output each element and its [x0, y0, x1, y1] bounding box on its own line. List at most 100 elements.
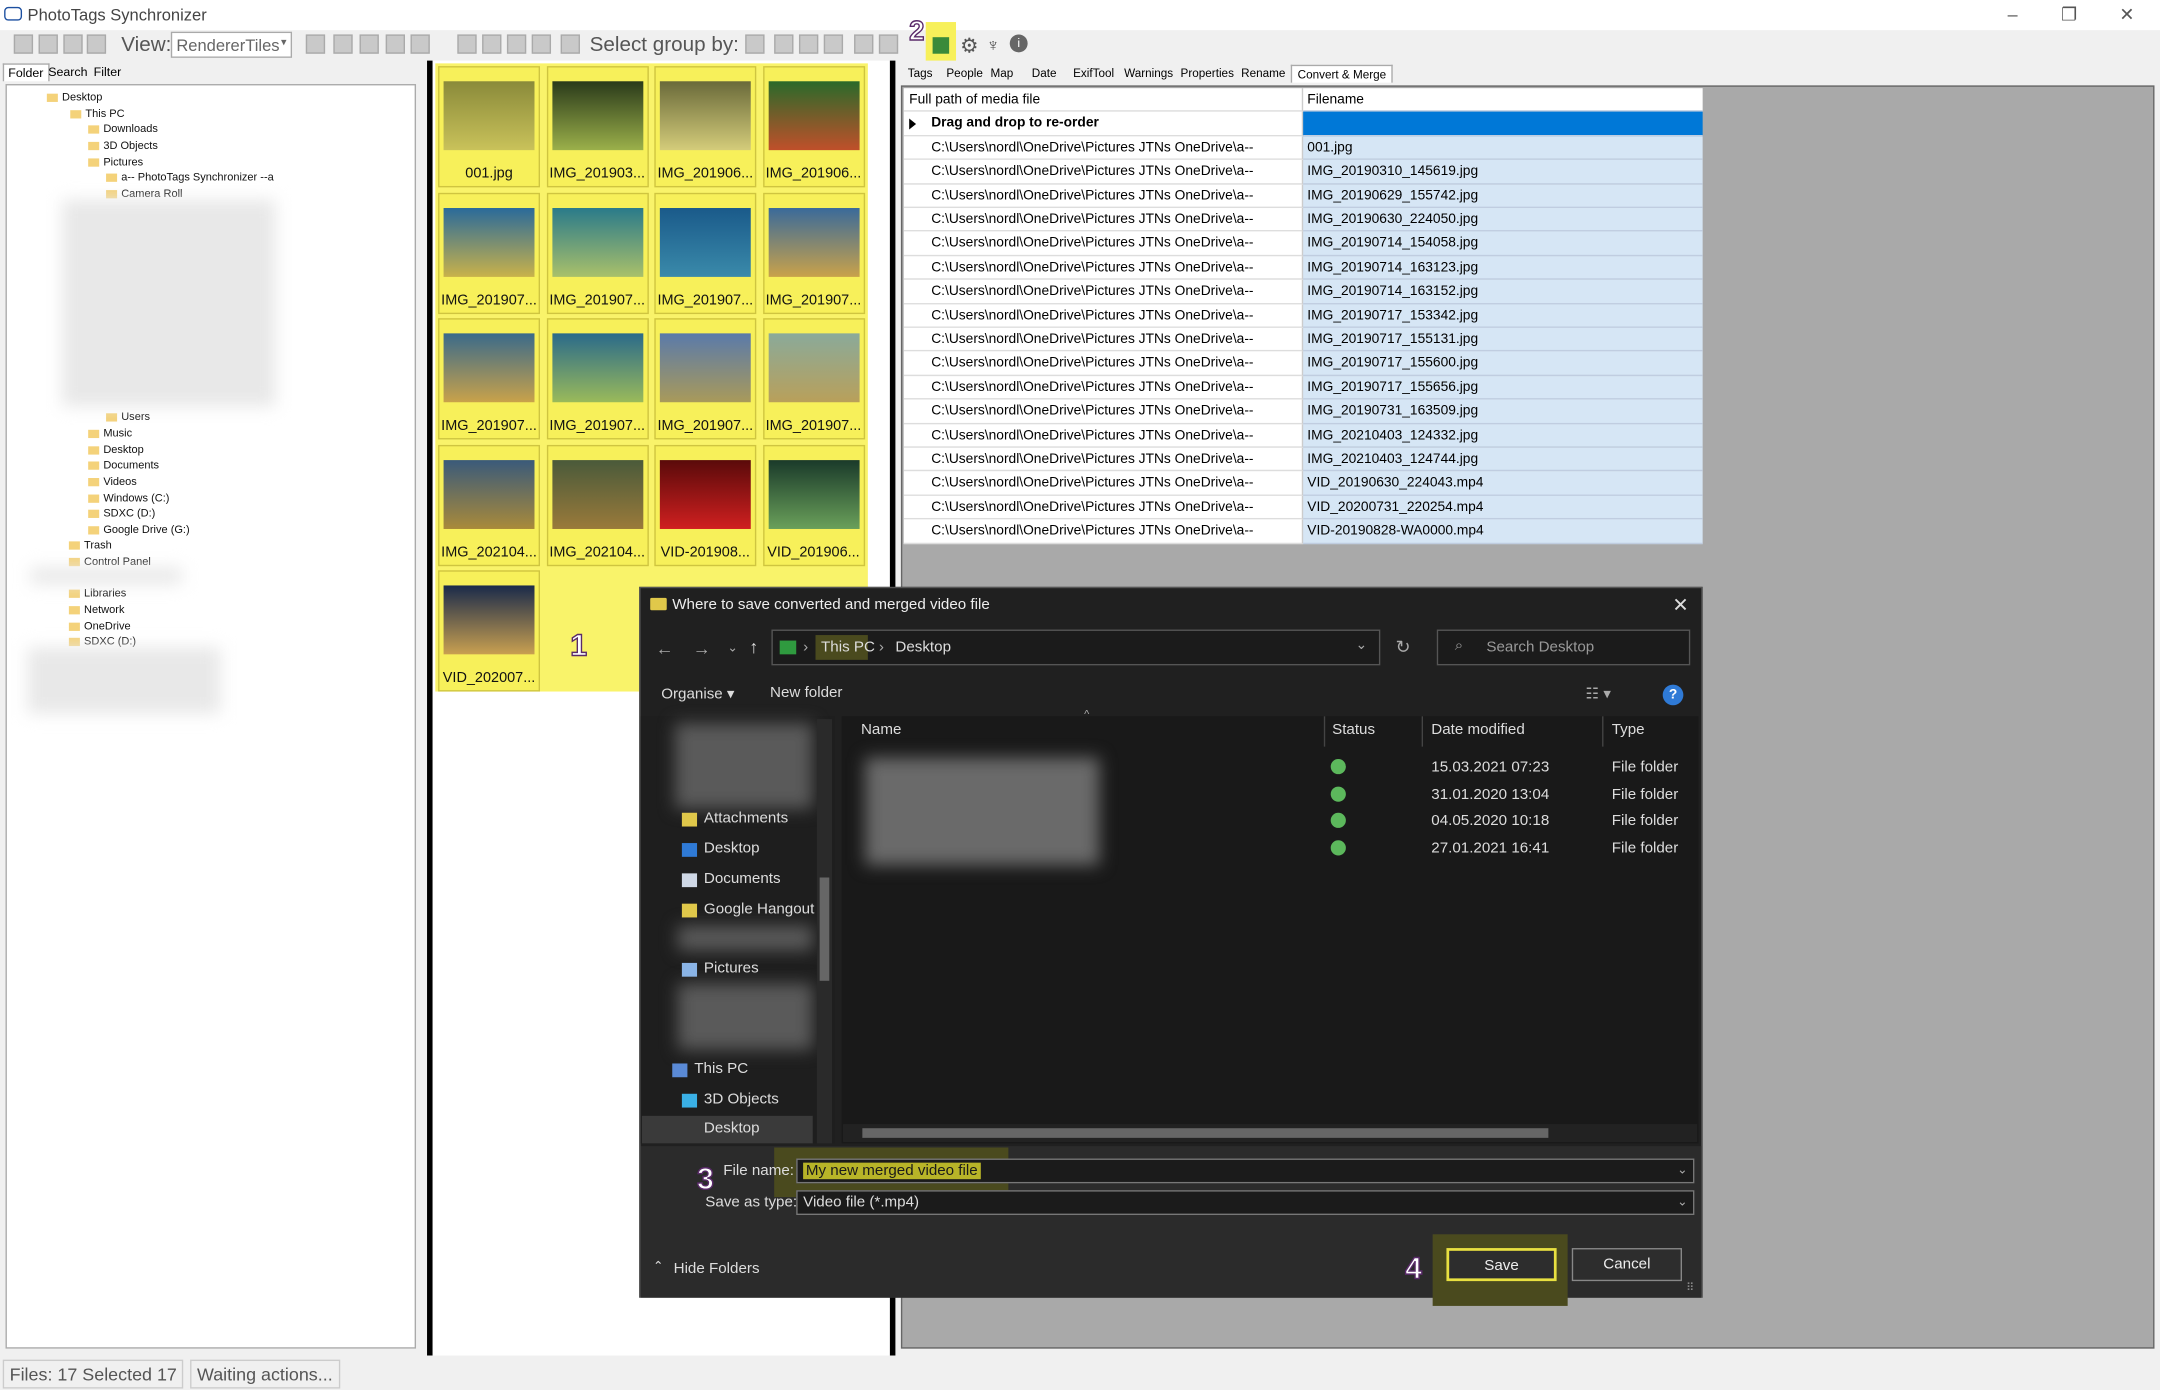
toolbar-icon[interactable]: [410, 34, 430, 54]
close-button[interactable]: ✕: [2106, 3, 2147, 28]
thumbnail[interactable]: IMG_201907...: [654, 192, 757, 314]
thumbnail[interactable]: IMG_201907...: [654, 318, 757, 440]
horizontal-scrollbar[interactable]: [843, 1124, 1698, 1142]
tree-item[interactable]: SDXC (D:): [68, 635, 136, 647]
table-row[interactable]: C:\Users\nordl\OneDrive\Pictures JTNs On…: [903, 208, 1703, 232]
nav-item-desktop-selected[interactable]: Desktop: [704, 1120, 760, 1137]
thumbnail[interactable]: IMG_201907...: [438, 318, 540, 440]
tree-item[interactable]: OneDrive: [68, 620, 131, 632]
table-row[interactable]: C:\Users\nordl\OneDrive\Pictures JTNs On…: [903, 447, 1703, 472]
rotate-icon[interactable]: [457, 34, 477, 54]
nav-item[interactable]: Documents: [704, 871, 781, 888]
chevron-down-icon[interactable]: ⌄: [1677, 1163, 1687, 1178]
table-row[interactable]: C:\Users\nordl\OneDrive\Pictures JTNs On…: [903, 351, 1703, 376]
forward-icon[interactable]: →: [693, 638, 711, 659]
toolbar-icon[interactable]: [531, 34, 552, 54]
tab-filter[interactable]: Filter: [90, 63, 126, 81]
rotate-icon[interactable]: [506, 34, 527, 54]
table-row[interactable]: Drag and drop to re-order: [903, 112, 1703, 137]
nav-item[interactable]: Desktop: [704, 840, 760, 857]
toolbar-icon[interactable]: [385, 34, 405, 54]
col-name[interactable]: Name: [861, 722, 901, 739]
help-icon[interactable]: ?: [1662, 684, 1684, 706]
tab-map[interactable]: Map: [985, 65, 1019, 83]
resize-grip-icon[interactable]: ⠿: [1686, 1281, 1694, 1293]
nav-item[interactable]: 3D Objects: [704, 1091, 779, 1108]
tree-item[interactable]: This PC: [70, 107, 125, 120]
thumbnail[interactable]: IMG_201906...: [654, 66, 757, 188]
tab-rename[interactable]: Rename: [1236, 65, 1291, 83]
group-icon[interactable]: [745, 34, 765, 54]
tree-item[interactable]: Control Panel: [68, 555, 151, 568]
grid-icon[interactable]: [878, 34, 899, 54]
maximize-button[interactable]: ❐: [2048, 3, 2089, 28]
save-type-select[interactable]: Video file (*.mp4) ⌄: [796, 1190, 1695, 1215]
thumbnail[interactable]: IMG_202104...: [546, 444, 649, 566]
tree-item[interactable]: Videos: [88, 475, 137, 488]
tree-item[interactable]: Users: [106, 411, 150, 423]
table-row[interactable]: C:\Users\nordl\OneDrive\Pictures JTNs On…: [903, 255, 1703, 280]
table-row[interactable]: C:\Users\nordl\OneDrive\Pictures JTNs On…: [903, 136, 1703, 161]
toolbar-icon[interactable]: [63, 34, 83, 54]
toolbar-icon[interactable]: [359, 34, 379, 54]
crumb-this-pc[interactable]: This PC: [821, 639, 875, 656]
file-name-input[interactable]: My new merged video file ⌄: [796, 1158, 1695, 1184]
nav-item[interactable]: Pictures: [704, 960, 759, 977]
table-row[interactable]: C:\Users\nordl\OneDrive\Pictures JTNs On…: [903, 184, 1703, 208]
table-row[interactable]: C:\Users\nordl\OneDrive\Pictures JTNs On…: [903, 231, 1703, 256]
nav-item[interactable]: Attachments: [704, 810, 788, 827]
tree-item[interactable]: Camera Roll: [106, 187, 182, 200]
filter-icon[interactable]: ♆: [986, 34, 999, 55]
tree-item[interactable]: Desktop: [88, 444, 144, 456]
tree-item[interactable]: SDXC (D:): [88, 507, 155, 519]
refresh-icon[interactable]: [560, 34, 580, 54]
col-type[interactable]: Type: [1612, 722, 1645, 739]
table-row[interactable]: C:\Users\nordl\OneDrive\Pictures JTNs On…: [903, 160, 1703, 185]
refresh-icon[interactable]: ↻: [1395, 636, 1410, 658]
tree-item[interactable]: Downloads: [88, 123, 158, 135]
tree-item[interactable]: 3D Objects: [88, 139, 158, 152]
nav-scrollbar[interactable]: [816, 719, 833, 1144]
tree-item[interactable]: Desktop: [46, 91, 102, 103]
table-row[interactable]: C:\Users\nordl\OneDrive\Pictures JTNs On…: [903, 279, 1703, 304]
recent-chevron-icon[interactable]: ⌄: [727, 641, 737, 656]
info-icon[interactable]: i: [1009, 34, 1028, 53]
table-row[interactable]: C:\Users\nordl\OneDrive\Pictures JTNs On…: [903, 423, 1703, 448]
view-select[interactable]: RendererTiles ▾: [170, 31, 293, 58]
view-options-icon[interactable]: ☷ ▾: [1586, 685, 1611, 703]
grid-icon[interactable]: [823, 34, 844, 54]
thumbnail[interactable]: VID-201908...: [654, 444, 757, 566]
toolbar-icon[interactable]: [38, 34, 58, 54]
table-row[interactable]: C:\Users\nordl\OneDrive\Pictures JTNs On…: [903, 375, 1703, 400]
tree-item[interactable]: a-- PhotoTags Synchronizer --a: [106, 171, 274, 183]
tab-convert-merge[interactable]: Convert & Merge: [1290, 64, 1394, 83]
tree-item[interactable]: Network: [68, 603, 124, 616]
thumbnail[interactable]: VID_201906...: [762, 444, 865, 566]
tree-item[interactable]: Libraries: [68, 587, 126, 599]
rotate-icon[interactable]: [482, 34, 502, 54]
nav-item[interactable]: This PC: [694, 1061, 748, 1078]
thumbnail[interactable]: IMG_201907...: [762, 192, 865, 314]
thumbnail[interactable]: 001.jpg: [438, 66, 540, 188]
tab-date[interactable]: Date: [1026, 65, 1062, 83]
hide-folders-button[interactable]: Hide Folders: [674, 1260, 760, 1277]
grid-icon[interactable]: [774, 34, 794, 54]
tree-item[interactable]: Trash: [68, 539, 112, 551]
toolbar-icon[interactable]: [86, 34, 107, 54]
table-row[interactable]: C:\Users\nordl\OneDrive\Pictures JTNs On…: [903, 519, 1703, 544]
thumbnail[interactable]: IMG_201907...: [546, 192, 649, 314]
table-row[interactable]: C:\Users\nordl\OneDrive\Pictures JTNs On…: [903, 327, 1703, 352]
thumbnail[interactable]: IMG_201903...: [546, 66, 649, 188]
gear-icon[interactable]: ⚙: [960, 33, 979, 57]
table-row[interactable]: C:\Users\nordl\OneDrive\Pictures JTNs On…: [903, 495, 1703, 520]
tab-tags[interactable]: Tags: [902, 65, 938, 83]
toolbar-icon[interactable]: [13, 34, 34, 54]
new-folder-button[interactable]: New folder: [770, 685, 842, 702]
table-row[interactable]: C:\Users\nordl\OneDrive\Pictures JTNs On…: [903, 471, 1703, 496]
save-button[interactable]: Save: [1446, 1248, 1557, 1282]
thumbnail[interactable]: VID_202007...: [438, 570, 540, 692]
tab-exiftool[interactable]: ExifTool: [1068, 65, 1120, 83]
toolbar-icon[interactable]: [333, 34, 353, 54]
address-dropdown-icon[interactable]: ⌄: [1356, 638, 1368, 653]
chevron-down-icon[interactable]: ⌄: [1677, 1194, 1687, 1209]
